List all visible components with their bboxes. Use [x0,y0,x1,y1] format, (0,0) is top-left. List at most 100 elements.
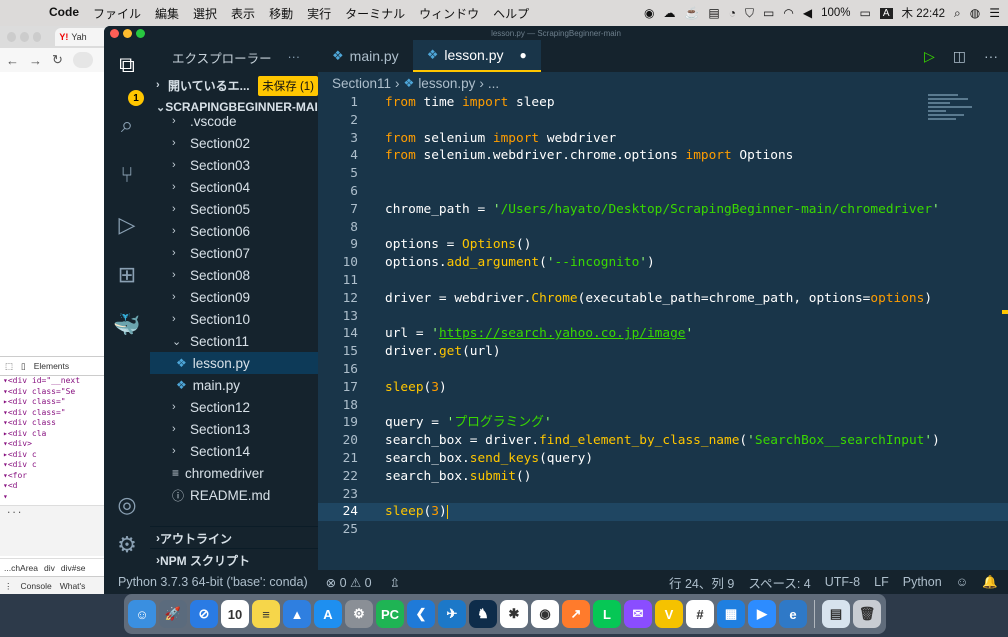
code-line[interactable]: 19 query = 'プログラミング' [318,414,1008,432]
indentation[interactable]: スペース: 4 [748,573,810,592]
language-mode[interactable]: Python [903,575,942,589]
dock-app-store-icon[interactable]: A [314,600,342,628]
dock-chrome-icon[interactable]: ◉ [531,600,559,628]
dom-node[interactable]: ▾<for [3,471,112,482]
code-line[interactable]: 22 search_box.submit() [318,468,1008,486]
tab-main-py[interactable]: ❖ main.py [318,40,413,72]
more-actions-icon[interactable]: ··· [984,48,998,64]
code-line[interactable]: 10 options.add_argument('--incognito') [318,254,1008,272]
menu-run[interactable]: 実行 [300,5,338,22]
menu-app-name[interactable]: Code [42,5,86,22]
dom-node[interactable]: ▾<div c [3,460,112,471]
code-line[interactable]: 24 sleep(3) [318,503,1008,522]
file-tree-item[interactable]: ⓘ README.md [150,484,318,506]
dock-kindle-icon[interactable]: ♞ [469,600,497,628]
breadcrumb-folder[interactable]: Section11 [332,76,391,91]
unsaved-dot-icon[interactable]: ● [520,48,527,62]
menu-terminal[interactable]: ターミナル [338,5,412,22]
battery-icon[interactable]: ▭ [860,6,871,20]
dock-edge-icon[interactable]: e [779,600,807,628]
menu-selection[interactable]: 選択 [186,5,224,22]
file-tree-item[interactable]: ❖ lesson.py [150,352,318,374]
minimize-button[interactable] [19,32,29,42]
dom-node[interactable]: ▾<d [3,481,112,492]
dock-calendar-icon[interactable]: 10 [221,600,249,628]
file-tree-item[interactable]: › Section13 [150,418,318,440]
file-tree-item[interactable]: › Section06 [150,220,318,242]
explorer-more-icon[interactable]: ··· [288,50,301,64]
dom-node[interactable]: ▾<div class="Se [3,387,112,398]
code-line[interactable]: 21 search_box.send_keys(query) [318,450,1008,468]
dock-slack-icon[interactable]: ✱ [500,600,528,628]
run-debug-icon[interactable]: ▷ [104,212,150,238]
file-tree-item[interactable]: › Section03 [150,154,318,176]
dock-line-icon[interactable]: L [593,600,621,628]
file-tree-item[interactable]: › Section08 [150,264,318,286]
clipboard-icon[interactable]: ▤ [708,6,719,20]
cursor-position[interactable]: 行 24、列 9 [669,573,734,592]
device-toggle-icon[interactable]: ▯ [21,361,26,372]
code-line[interactable]: 25 [318,521,1008,539]
account-icon[interactable]: ◎ [104,492,150,518]
code-line[interactable]: 11 [318,272,1008,290]
file-encoding[interactable]: UTF-8 [825,575,860,589]
record-icon[interactable]: ◉ [644,6,654,20]
code-line[interactable]: 3 from selenium import webdriver [318,130,1008,148]
siri-icon[interactable]: ◍ [970,6,980,20]
outline-section[interactable]: › アウトライン [150,526,324,549]
dom-node[interactable]: ▾<div class=" [3,408,112,419]
open-editors-section[interactable]: › 開いているエ... 未保存 (1) [150,74,318,96]
code-line[interactable]: 16 [318,361,1008,379]
end-of-line[interactable]: LF [874,575,889,589]
dock-trash-icon[interactable]: 🗑 [853,600,881,628]
dom-node[interactable]: ▸<div cla [3,429,112,440]
code-line[interactable]: 8 [318,219,1008,237]
file-tree-item[interactable]: › Section10 [150,308,318,330]
menu-file[interactable]: ファイル [86,5,148,22]
code-line[interactable]: 4 from selenium.webdriver.chrome.options … [318,147,1008,165]
live-share-icon[interactable]: ⇫ [390,575,400,590]
coffee-icon[interactable]: ☕ [684,6,699,20]
spotlight-search-icon[interactable]: ⌕ [954,6,961,21]
wifi-icon[interactable]: ◠ [783,6,793,20]
code-line[interactable]: 9 options = Options() [318,236,1008,254]
dom-crumb[interactable]: div#se [61,563,86,573]
dock-trello-icon[interactable]: ▦ [717,600,745,628]
back-icon[interactable]: ← [6,53,19,68]
dock-launchpad-icon[interactable]: 🚀 [159,600,187,628]
address-bar[interactable] [72,52,93,68]
code-line[interactable]: 20 search_box = driver.find_element_by_cl… [318,432,1008,450]
file-tree-item[interactable]: › Section04 [150,176,318,198]
dock-notes-icon[interactable]: ≡ [252,600,280,628]
breadcrumb-symbols[interactable]: ... [488,76,499,91]
dock-system-preferences-icon[interactable]: ⚙ [345,600,373,628]
volume-icon[interactable]: ◀ [803,6,812,20]
dock-zoom-icon[interactable]: ▶ [748,600,776,628]
code-line[interactable]: 5 [318,165,1008,183]
code-line[interactable]: 2 [318,112,1008,130]
inspect-icon[interactable]: ⬚ [5,361,13,372]
settings-gear-icon[interactable]: ⚙ [104,532,150,558]
battery-percent[interactable]: 100% [821,7,850,19]
minimap[interactable] [928,94,972,134]
run-python-file-icon[interactable]: ▷ [924,48,935,65]
python-interpreter[interactable]: Python 3.7.3 64-bit ('base': conda) [118,575,308,589]
feedback-icon[interactable]: ☺ [956,575,969,589]
dock-messenger-icon[interactable]: ✉ [624,600,652,628]
dock-preview-icon[interactable]: ▤ [822,600,850,628]
shield-icon[interactable]: ⛉ [745,6,754,21]
source-control-icon[interactable]: ⑂ [104,162,150,188]
dock-keynote-icon[interactable]: ▲ [283,600,311,628]
file-tree-item[interactable]: ⌄ Section11 [150,330,318,352]
input-source[interactable]: A [879,7,893,19]
dock-finder-icon[interactable]: ☺ [128,600,156,628]
file-tree-item[interactable]: › .vscode [150,110,318,132]
file-tree-item[interactable]: › Section07 [150,242,318,264]
airplay-icon[interactable]: ▭ [763,6,774,20]
dom-node[interactable]: ▾<div> [3,439,112,450]
dock-slack-app-icon[interactable]: # [686,600,714,628]
file-tree-item[interactable]: › Section12 [150,396,318,418]
dom-node[interactable]: ▾<div class [3,418,112,429]
file-tree-item[interactable]: › Section05 [150,198,318,220]
extensions-icon[interactable]: ⊞ [104,262,150,288]
